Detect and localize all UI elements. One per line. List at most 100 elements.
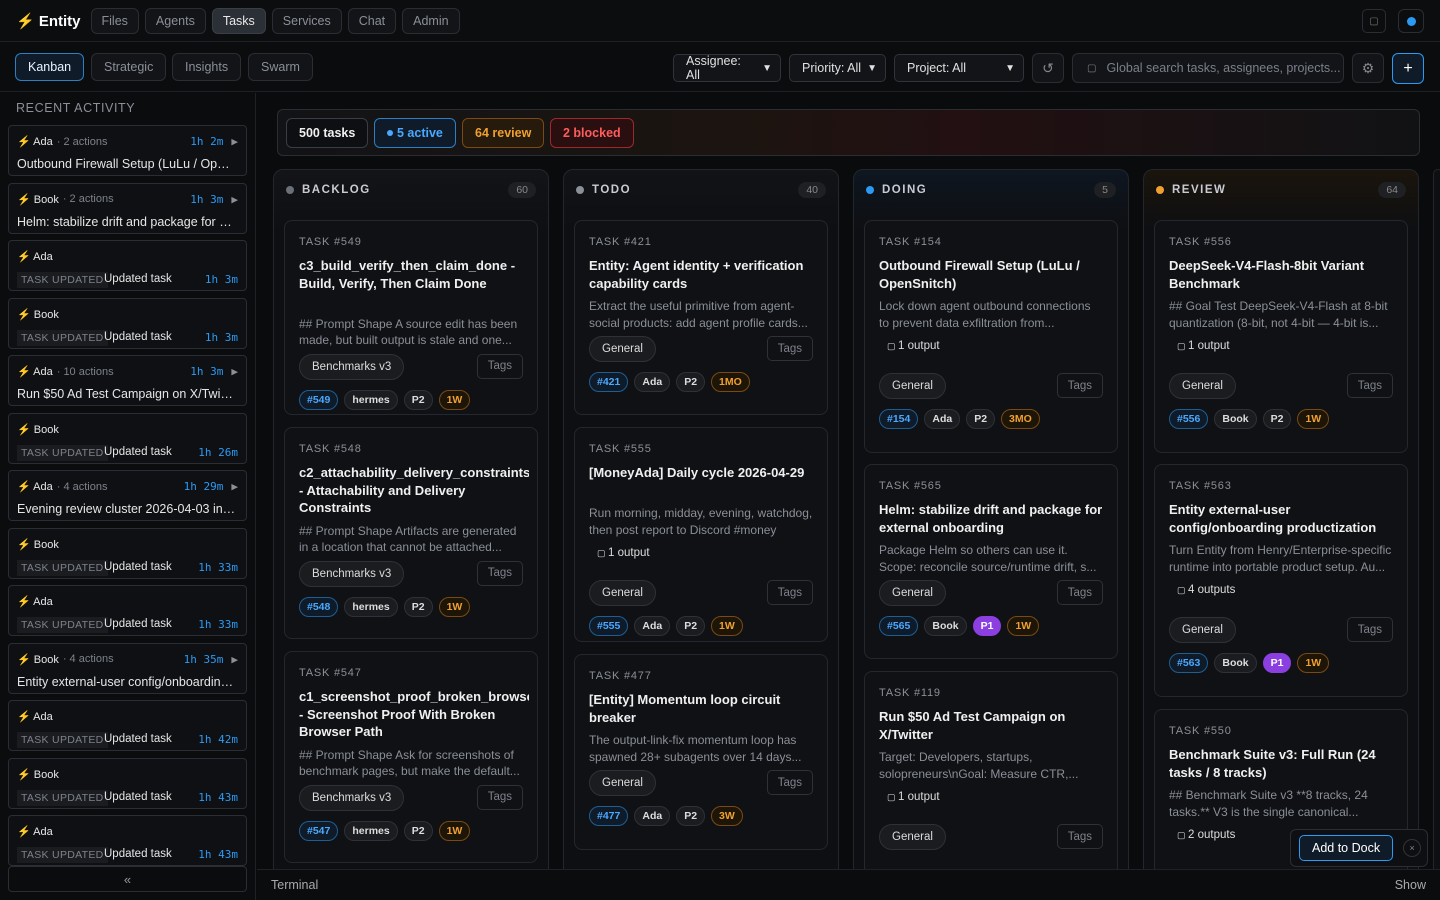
window-icon[interactable]: ▢	[1362, 9, 1386, 33]
project-pill[interactable]: Benchmarks v3	[299, 784, 405, 811]
project-pill[interactable]: General	[589, 336, 656, 362]
id-chip: #547	[299, 820, 339, 841]
activity-item[interactable]: ⚡ Book TASK UPDATED Updated task 1h 3m	[8, 297, 247, 349]
task-card[interactable]: TASK #549 c3_build_verify_then_claim_done…	[284, 220, 538, 415]
search-input[interactable]: ▢ Global search tasks, assignees, project…	[1072, 53, 1344, 83]
project-pill[interactable]: Benchmarks v3	[299, 560, 405, 587]
task-card[interactable]: TASK #154 Outbound Firewall Setup (LuLu /…	[864, 220, 1118, 453]
status-toggle[interactable]	[1398, 9, 1424, 33]
activity-item[interactable]: ⚡ Ada · 4 actions 1h 29m ▶ Evening review cl…	[8, 470, 247, 521]
activity-item[interactable]: ⚡ Book TASK UPDATED Updated task 1h 33m	[8, 527, 247, 579]
task-card[interactable]: TASK #548 c2_attachability_delivery_const…	[284, 427, 538, 639]
project-pill[interactable]: General	[879, 824, 946, 850]
id-chip: #563	[1169, 653, 1209, 673]
review-badge[interactable]: 64 review	[462, 118, 545, 148]
add-task-button[interactable]: +	[1392, 53, 1424, 84]
terminal-show-button[interactable]: Show	[1395, 878, 1426, 892]
expand-icon[interactable]: ▶	[231, 480, 238, 493]
task-card[interactable]: TASK #477 [Entity] Momentum loop circuit …	[574, 654, 828, 850]
tags-button[interactable]: Tags	[766, 580, 813, 605]
project-pill[interactable]: General	[1169, 617, 1236, 643]
expand-icon[interactable]: ▶	[231, 193, 238, 206]
tags-button[interactable]: Tags	[476, 560, 523, 586]
task-title: c2_attachability_delivery_constraints - …	[299, 465, 529, 515]
assignee-select[interactable]: Assignee: All ▼	[673, 54, 781, 82]
expand-icon[interactable]: ▶	[231, 135, 238, 148]
tab-insights[interactable]: Insights	[172, 53, 242, 81]
expand-icon[interactable]: ▶	[231, 365, 238, 378]
activity-item[interactable]: ⚡ Ada TASK UPDATED Updated task 1h 42m	[8, 700, 247, 751]
project-pill[interactable]: General	[589, 580, 656, 606]
tags-button[interactable]: Tags	[1056, 824, 1103, 849]
task-output[interactable]: ▢ 2 outputs	[1177, 829, 1235, 841]
task-card[interactable]: TASK #565 Helm: stabilize drift and packa…	[864, 464, 1118, 659]
project-pill[interactable]: General	[1169, 373, 1236, 399]
activity-item[interactable]: ⚡ Ada TASK UPDATED Updated task 1h 43m	[8, 815, 247, 866]
activity-item[interactable]: ⚡ Book · 4 actions 1h 35m ▶ Entity external-…	[8, 642, 247, 694]
task-description: ## Goal Test DeepSeek-V4-Flash at 8-bit …	[1169, 299, 1388, 330]
assignee-chip: Book	[1214, 409, 1257, 429]
collapse-sidebar-button[interactable]: «	[8, 866, 247, 892]
tab-strategic[interactable]: Strategic	[91, 53, 167, 81]
terminal-label[interactable]: Terminal	[271, 878, 318, 892]
task-card[interactable]: TASK #556 DeepSeek-V4-Flash-8bit Variant …	[1154, 220, 1408, 453]
project-pill[interactable]: General	[879, 373, 946, 399]
estimate-chip: 3MO	[1001, 409, 1040, 429]
activity-count: · 2 actions	[62, 193, 114, 205]
task-output[interactable]: ▢ 1 output	[887, 791, 940, 803]
project-pill[interactable]: General	[589, 770, 656, 796]
refresh-button[interactable]: ↺	[1032, 53, 1064, 83]
file-icon: ▢	[1177, 830, 1189, 840]
nav-services[interactable]: Services	[271, 7, 342, 34]
terminal-bar: Terminal Show	[257, 869, 1440, 900]
activity-item[interactable]: ⚡ Book · 2 actions 1h 3m ▶ Helm: stabilize d…	[8, 182, 247, 234]
column-count: 5	[1094, 182, 1116, 198]
task-output[interactable]: ▢ 1 output	[1177, 340, 1230, 352]
tags-button[interactable]: Tags	[1346, 617, 1393, 642]
project-pill[interactable]: Benchmarks v3	[299, 353, 405, 380]
add-to-dock-button[interactable]: Add to Dock	[1299, 835, 1394, 861]
priority-chip: P2	[676, 616, 706, 636]
column-count: 64	[1378, 182, 1406, 198]
assignee-select-value: Assignee: All	[686, 54, 741, 82]
tags-button[interactable]: Tags	[766, 336, 813, 361]
priority-select[interactable]: Priority: All ▼	[789, 54, 886, 82]
activity-item[interactable]: ⚡ Book TASK UPDATED Updated task 1h 43m	[8, 757, 247, 809]
tags-button[interactable]: Tags	[476, 784, 523, 810]
tags-button[interactable]: Tags	[1056, 580, 1103, 605]
activity-item[interactable]: ⚡ Ada · 2 actions 1h 2m ▶ Outbound Firewall …	[8, 125, 247, 176]
tags-button[interactable]: Tags	[476, 353, 523, 379]
task-card[interactable]: TASK #547 c1_screenshot_proof_broken_brow…	[284, 651, 538, 863]
task-card[interactable]: TASK #421 Entity: Agent identity + verifi…	[574, 220, 828, 415]
settings-button[interactable]: ⚙	[1352, 53, 1384, 83]
tags-button[interactable]: Tags	[1346, 373, 1393, 398]
project-select[interactable]: Project: All ▼	[894, 54, 1024, 82]
activity-item[interactable]: ⚡ Ada TASK UPDATED Updated task 1h 3m	[8, 240, 247, 291]
task-output[interactable]: ▢ 1 output	[887, 340, 940, 352]
active-badge[interactable]: 5 active	[374, 118, 456, 148]
nav-tasks[interactable]: Tasks	[211, 7, 266, 34]
tab-kanban[interactable]: Kanban	[15, 53, 85, 81]
expand-icon[interactable]: ▶	[231, 653, 238, 666]
task-output[interactable]: ▢ 1 output	[597, 547, 650, 559]
task-card[interactable]: TASK #555 [MoneyAda] Daily cycle 2026-04-…	[574, 427, 828, 642]
close-icon[interactable]: ×	[1403, 839, 1422, 857]
blocked-badge[interactable]: 2 blocked	[550, 118, 634, 148]
tags-button[interactable]: Tags	[766, 770, 813, 795]
task-card[interactable]: TASK #119 Run $50 Ad Test Campaign on X/T…	[864, 671, 1118, 869]
task-title: Entity: Agent identity + verification ca…	[589, 258, 804, 291]
task-output[interactable]: ▢ 4 outputs	[1177, 584, 1235, 596]
project-pill[interactable]: General	[879, 580, 946, 606]
activity-item[interactable]: ⚡ Ada · 10 actions 1h 3m ▶ Run $50 Ad Test C…	[8, 355, 247, 406]
activity-item[interactable]: ⚡ Book TASK UPDATED Updated task 1h 26m	[8, 412, 247, 464]
activity-item[interactable]: ⚡ Ada TASK UPDATED Updated task 1h 33m	[8, 585, 247, 636]
task-card[interactable]: TASK #563 Entity external-user config/onb…	[1154, 464, 1408, 697]
nav-files[interactable]: Files	[90, 7, 139, 34]
tags-button[interactable]: Tags	[1056, 373, 1103, 398]
tab-swarm[interactable]: Swarm	[248, 53, 313, 81]
priority-chip: P2	[403, 596, 433, 617]
nav-chat[interactable]: Chat	[347, 7, 397, 34]
nav-agents[interactable]: Agents	[144, 7, 206, 34]
nav-admin[interactable]: Admin	[402, 7, 460, 34]
app-logo[interactable]: ⚡ Entity	[16, 12, 81, 30]
